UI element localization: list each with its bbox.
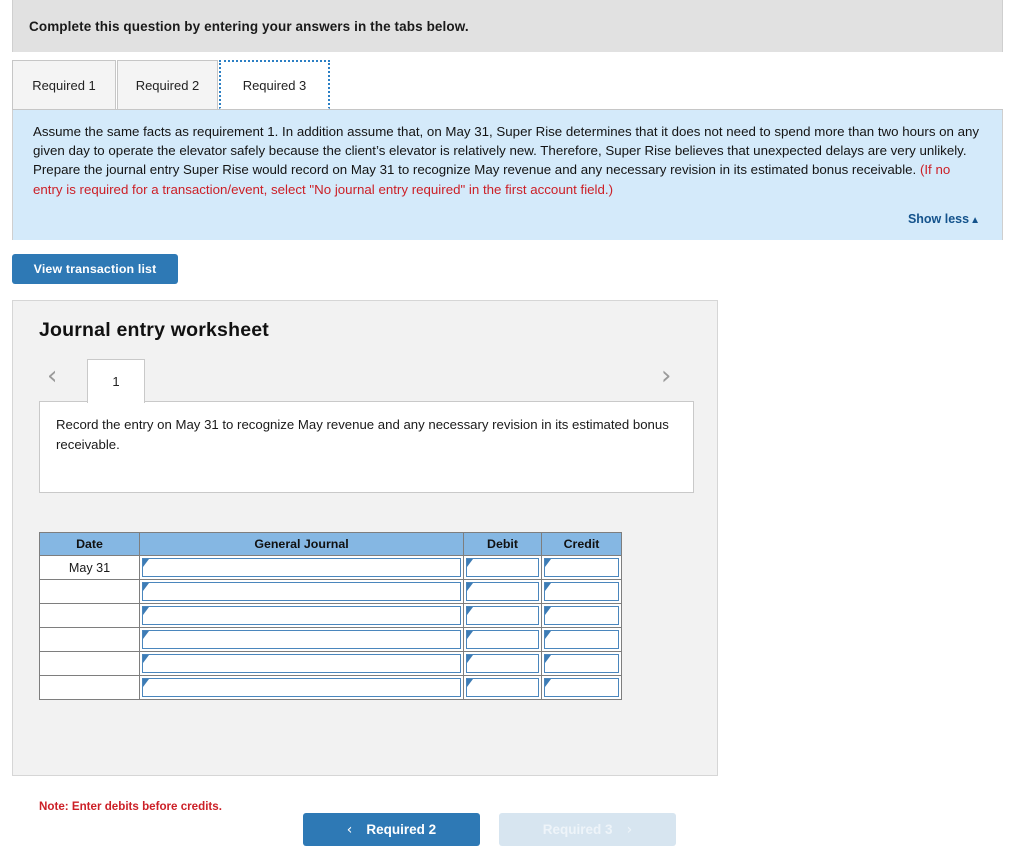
credit-input[interactable] [544,630,619,649]
caret-up-icon: ▲ [970,215,980,226]
chevron-right-icon[interactable]: › [661,363,671,389]
table-row [39,603,622,628]
tab-required-1-label: Required 1 [32,77,96,93]
chevron-left-icon: ‹ [346,821,353,838]
cell-credit [541,675,622,700]
cell-general-journal [139,627,464,652]
general-journal-table: Date General Journal Debit Credit May 31 [39,532,622,700]
cell-credit [541,555,622,580]
chevron-right-icon: › [626,821,633,838]
credit-input[interactable] [544,606,619,625]
cell-date [39,627,140,652]
table-row: May 31 [39,555,622,580]
cell-credit [541,603,622,628]
nav-previous-requirement-button[interactable]: ‹ Required 2 [303,813,480,846]
journal-entry-worksheet-panel: Journal entry worksheet ‹ 1 › Record the… [12,300,718,813]
cell-debit [463,555,542,580]
cell-date [39,651,140,676]
question-instruction-bar: Complete this question by entering your … [12,0,1003,52]
table-row [39,579,622,604]
cell-general-journal [139,651,464,676]
account-input[interactable] [142,630,461,649]
cell-general-journal [139,603,464,628]
entry-tab-1[interactable]: 1 [87,359,145,403]
show-less-toggle[interactable]: Show less▲ [908,212,980,226]
worksheet-entry-pager: ‹ 1 › [39,359,694,403]
table-row [39,627,622,652]
column-header-general-journal: General Journal [139,532,464,556]
table-row [39,651,622,676]
cell-debit [463,627,542,652]
credit-input[interactable] [544,654,619,673]
debit-input[interactable] [466,582,539,601]
requirement-instruction-text: Assume the same facts as requirement 1. … [33,122,982,199]
cell-credit [541,579,622,604]
cell-general-journal [139,555,464,580]
question-page: Complete this question by entering your … [0,0,1024,853]
table-row [39,675,622,700]
tab-required-3-label: Required 3 [242,77,307,93]
cell-debit [463,603,542,628]
account-input[interactable] [142,606,461,625]
cell-date [39,603,140,628]
tab-required-1[interactable]: Required 1 [12,60,116,109]
cell-date [39,579,140,604]
entry-description-box: Record the entry on May 31 to recognize … [39,401,694,493]
worksheet-title: Journal entry worksheet [39,319,270,341]
nav-next-requirement-button: Required 3 › [499,813,676,846]
credit-input[interactable] [544,582,619,601]
credit-input[interactable] [544,558,619,577]
column-header-debit: Debit [463,532,542,556]
entry-description-text: Record the entry on May 31 to recognize … [56,417,669,452]
debit-input[interactable] [466,678,539,697]
debit-input[interactable] [466,630,539,649]
cell-debit [463,651,542,676]
credit-input[interactable] [544,678,619,697]
nav-previous-label: Required 2 [366,822,437,837]
view-transaction-list-label: View transaction list [33,262,157,276]
requirement-instruction-body: Assume the same facts as requirement 1. … [33,124,980,178]
debit-input[interactable] [466,606,539,625]
column-header-date: Date [39,532,140,556]
question-instruction-text: Complete this question by entering your … [29,18,469,34]
account-input[interactable] [142,678,461,697]
column-header-credit: Credit [541,532,622,556]
account-input[interactable] [142,654,461,673]
tab-required-2[interactable]: Required 2 [117,60,218,109]
cell-credit [541,627,622,652]
cell-date [39,675,140,700]
cell-credit [541,651,622,676]
view-transaction-list-button[interactable]: View transaction list [12,254,178,284]
tab-required-2-label: Required 2 [135,77,200,93]
account-input[interactable] [142,582,461,601]
chevron-left-icon[interactable]: ‹ [47,363,57,389]
entry-tab-1-label: 1 [112,374,120,389]
tab-required-3[interactable]: Required 3 [219,60,330,109]
cell-general-journal [139,675,464,700]
debit-input[interactable] [466,558,539,577]
cell-date: May 31 [39,555,140,580]
requirement-instruction-panel: Assume the same facts as requirement 1. … [12,110,1003,240]
debit-input[interactable] [466,654,539,673]
requirement-tabs: Required 1 Required 2 Required 3 [12,60,1003,110]
nav-next-label: Required 3 [542,822,613,837]
debits-before-credits-note: Note: Enter debits before credits. [39,800,222,813]
table-header-row: Date General Journal Debit Credit [39,532,622,556]
account-input[interactable] [142,558,461,577]
cell-debit [463,579,542,604]
cell-general-journal [139,579,464,604]
cell-debit [463,675,542,700]
show-less-label: Show less [907,212,970,226]
